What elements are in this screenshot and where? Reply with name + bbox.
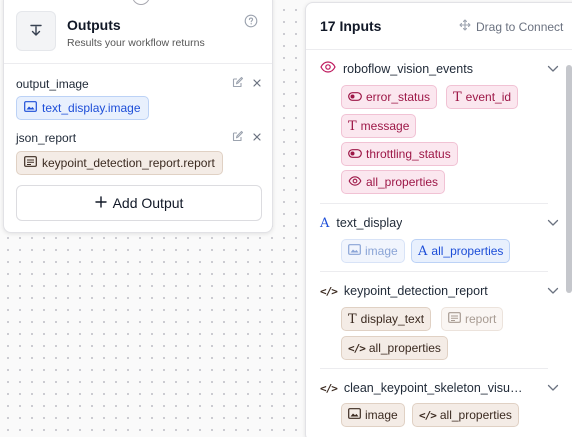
input-group-name: keypoint_detection_report xyxy=(343,284,488,298)
text-icon: A xyxy=(418,243,428,259)
input-chip[interactable]: T message xyxy=(341,114,417,138)
input-chip-label: all_properties xyxy=(439,408,512,422)
output-name-label: json_report xyxy=(16,131,77,145)
code-icon: </> xyxy=(348,341,366,355)
eye-icon xyxy=(348,175,362,189)
plus-icon xyxy=(94,195,107,211)
input-chip-label: image xyxy=(365,408,398,422)
input-chip[interactable]: A all_properties xyxy=(411,239,511,263)
code-icon: </> xyxy=(419,408,437,422)
move-icon xyxy=(459,19,471,34)
text-icon: A xyxy=(320,215,330,231)
output-binding-text: keypoint_detection_report.report xyxy=(42,156,215,170)
report-icon xyxy=(448,312,461,326)
input-chip-label: message xyxy=(360,119,410,133)
input-chip-label: throttling_status xyxy=(366,147,451,161)
output-row-actions xyxy=(232,129,262,147)
inputs-panel: 17 Inputs Drag to Connect roboflow_visio… xyxy=(305,2,572,437)
eye-icon xyxy=(320,60,336,78)
edit-icon[interactable] xyxy=(232,129,244,147)
input-chip[interactable]: all_properties xyxy=(341,170,446,194)
chevron-down-icon[interactable] xyxy=(547,282,559,300)
input-chip[interactable]: error_status xyxy=(341,85,438,109)
divider xyxy=(306,49,572,50)
scrollbar-thumb[interactable] xyxy=(566,65,572,293)
add-output-label: Add Output xyxy=(112,195,184,211)
add-output-button[interactable]: Add Output xyxy=(16,185,262,221)
drag-to-connect-label: Drag to Connect xyxy=(476,19,564,34)
edit-icon[interactable] xyxy=(232,75,244,93)
help-icon[interactable] xyxy=(244,14,258,33)
output-arrow-icon xyxy=(16,11,56,51)
text-type-icon: T xyxy=(348,118,357,134)
chevron-down-icon[interactable] xyxy=(547,214,559,232)
close-icon[interactable] xyxy=(252,75,262,93)
input-group-header[interactable]: roboflow_vision_events xyxy=(320,60,559,78)
input-group-header[interactable]: A text_display xyxy=(320,214,559,232)
input-chip[interactable]: </> all_properties xyxy=(341,336,448,360)
input-chip-label: event_id xyxy=(465,90,512,104)
code-icon: </> xyxy=(320,381,338,395)
input-chip-label: all_properties xyxy=(366,175,439,189)
output-binding-chip[interactable]: keypoint_detection_report.report xyxy=(16,151,223,175)
outputs-title: Outputs xyxy=(67,17,121,33)
image-icon xyxy=(24,101,37,115)
text-type-icon: T xyxy=(453,89,462,105)
chevron-down-icon[interactable] xyxy=(547,60,559,78)
drag-to-connect-hint: Drag to Connect xyxy=(459,19,563,34)
image-icon xyxy=(348,408,361,422)
input-chip[interactable]: T display_text xyxy=(341,307,432,331)
outputs-subtitle: Results your workflow returns xyxy=(67,37,205,49)
output-binding-chip[interactable]: text_display.image xyxy=(16,96,149,120)
inputs-title: 17 Inputs xyxy=(320,18,382,34)
divider xyxy=(320,271,548,272)
input-chip-label: all_properties xyxy=(368,341,441,355)
toggle-icon xyxy=(348,147,362,161)
input-group-name: clean_keypoint_skeleton_visua... xyxy=(343,381,526,395)
chevron-down-icon[interactable] xyxy=(547,379,559,397)
outputs-panel: Outputs Results your workflow returns ou… xyxy=(3,0,273,233)
code-icon: </> xyxy=(320,284,338,298)
output-name-label: output_image xyxy=(16,77,89,91)
input-group-name: text_display xyxy=(336,216,403,230)
divider xyxy=(320,203,548,204)
input-group-header[interactable]: </> keypoint_detection_report xyxy=(320,282,559,300)
input-chip-label: error_status xyxy=(366,90,431,104)
input-chip[interactable]: throttling_status xyxy=(341,142,458,166)
image-icon xyxy=(348,244,361,258)
report-icon xyxy=(24,156,37,170)
input-group-name: roboflow_vision_events xyxy=(343,62,473,76)
input-chip[interactable]: T event_id xyxy=(446,85,519,109)
input-chip-label: report xyxy=(465,312,497,326)
input-chip-label: display_text xyxy=(360,312,425,326)
input-chip[interactable]: image xyxy=(341,403,405,427)
close-icon[interactable] xyxy=(252,129,262,147)
connection-handle[interactable] xyxy=(132,0,150,5)
input-chip-label: all_properties xyxy=(431,244,504,258)
input-chip-label: image xyxy=(365,244,398,258)
input-chip[interactable]: report xyxy=(441,307,504,331)
input-group-header[interactable]: </> clean_keypoint_skeleton_visua... xyxy=(320,379,559,397)
output-row-actions xyxy=(232,75,262,93)
toggle-icon xyxy=(348,90,362,104)
divider xyxy=(320,368,548,369)
divider xyxy=(4,63,272,64)
output-binding-text: text_display.image xyxy=(42,101,141,115)
input-chip[interactable]: </> all_properties xyxy=(412,403,519,427)
input-chip[interactable]: image xyxy=(341,239,405,263)
outputs-header: Outputs Results your workflow returns xyxy=(16,11,260,51)
text-type-icon: T xyxy=(348,311,357,327)
